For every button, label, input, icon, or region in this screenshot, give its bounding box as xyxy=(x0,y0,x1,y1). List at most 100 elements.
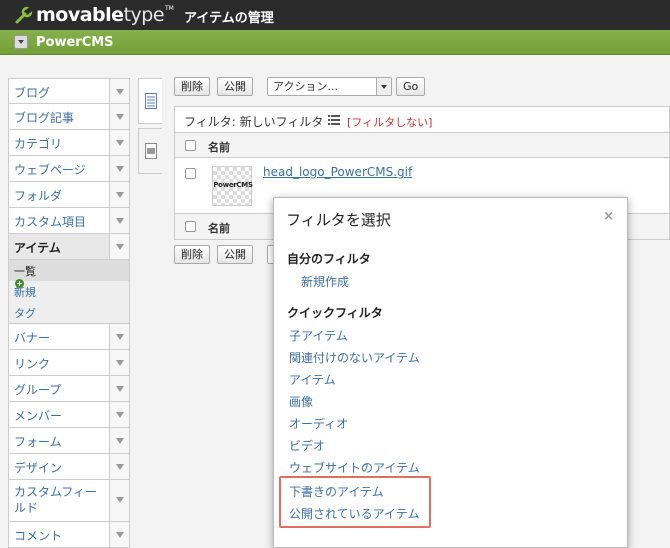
filter-bar: フィルタ: 新しいフィルタ [フィルタしない] xyxy=(174,106,670,133)
new-filter-link[interactable]: 新規作成 xyxy=(301,273,349,290)
chevron-down-icon[interactable] xyxy=(109,428,129,453)
sidebar-item-label: ブログ xyxy=(14,86,51,100)
logo-tm: TM xyxy=(165,4,174,12)
action-select-value: アクション... xyxy=(273,80,338,93)
chevron-down-icon[interactable] xyxy=(109,376,129,401)
sidebar-item-form[interactable]: フォーム xyxy=(8,428,130,454)
table-header: 名前 xyxy=(175,133,669,158)
quick-filter-website-assets[interactable]: ウェブサイトのアイテム xyxy=(289,459,420,476)
quick-filter-audio[interactable]: オーディオ xyxy=(289,415,348,432)
sidebar-nav: ブログ ブログ記事 カテゴリ ウェブページ フォルダ カスタム項目 アイテム 一… xyxy=(8,78,130,548)
quick-filter-child-assets[interactable]: 子アイテム xyxy=(289,327,348,344)
sidebar-subitem-tags[interactable]: タグ xyxy=(9,302,129,323)
column-header-name[interactable]: 名前 xyxy=(208,139,230,155)
delete-button-bottom[interactable]: 削除 xyxy=(174,245,210,264)
chevron-down-icon xyxy=(376,78,391,95)
quick-filters-heading: クイックフィルタ xyxy=(287,306,383,320)
select-all-checkbox-footer[interactable] xyxy=(185,221,196,232)
sidebar-item-label: アイテム xyxy=(14,241,61,255)
chevron-down-icon[interactable] xyxy=(109,156,129,181)
clear-filter-link[interactable]: [フィルタしない] xyxy=(347,114,432,130)
sidebar-item-custom-objects[interactable]: カスタム項目 xyxy=(8,208,130,234)
page-title: アイテムの管理 xyxy=(184,11,274,26)
select-all-checkbox[interactable] xyxy=(185,140,196,151)
site-name[interactable]: PowerCMS xyxy=(36,35,114,50)
sidebar-item-label: バナー xyxy=(14,331,51,345)
asset-thumbnail[interactable]: PowerCMS xyxy=(212,166,253,206)
delete-button[interactable]: 削除 xyxy=(174,77,210,96)
sidebar-item-banner[interactable]: バナー xyxy=(8,324,130,350)
asset-name-link[interactable]: head_logo_PowerCMS.gif xyxy=(263,165,412,179)
chevron-down-icon[interactable] xyxy=(109,104,129,129)
quick-filter-unassociated[interactable]: 関連付けのないアイテム xyxy=(289,349,420,366)
quick-filter-images[interactable]: 画像 xyxy=(289,393,313,410)
sidebar-item-comments[interactable]: コメント xyxy=(8,522,130,548)
sidebar-item-label: フォルダ xyxy=(14,189,63,203)
sidebar-item-label: カスタムフィールド xyxy=(14,485,98,515)
image-view-icon xyxy=(144,143,157,159)
filter-list-icon[interactable] xyxy=(328,115,340,125)
sidebar-item-blog[interactable]: ブログ xyxy=(8,78,130,104)
wrench-icon xyxy=(15,5,34,24)
sidebar-item-folder[interactable]: フォルダ xyxy=(8,182,130,208)
list-view-tab[interactable] xyxy=(138,78,162,124)
sidebar-item-group[interactable]: グループ xyxy=(8,376,130,402)
sidebar-item-category[interactable]: カテゴリ xyxy=(8,130,130,156)
highlight-box xyxy=(279,476,431,528)
chevron-down-icon[interactable] xyxy=(109,324,129,349)
sidebar-item-label: デザイン xyxy=(14,461,63,475)
sidebar-item-label: コメント xyxy=(14,529,63,543)
column-footer-name[interactable]: 名前 xyxy=(208,220,230,236)
row-checkbox[interactable] xyxy=(185,168,196,179)
close-icon[interactable]: × xyxy=(603,209,614,224)
sidebar-item-entries[interactable]: ブログ記事 xyxy=(8,104,130,130)
quick-filter-assets[interactable]: アイテム xyxy=(289,371,336,388)
chevron-down-icon[interactable] xyxy=(109,480,129,521)
view-mode-tabs xyxy=(138,78,162,178)
thumbnail-view-tab[interactable] xyxy=(138,128,162,174)
sidebar-item-link[interactable]: リンク xyxy=(8,350,130,376)
filter-label[interactable]: フィルタ: 新しいフィルタ xyxy=(184,113,323,130)
chevron-down-icon[interactable] xyxy=(109,350,129,375)
sidebar-item-label: ウェブページ xyxy=(14,163,86,177)
sidebar-item-label: カスタム項目 xyxy=(14,215,87,229)
sidebar-subitem-list[interactable]: 一覧 xyxy=(9,260,129,281)
logo-text-bold: movable xyxy=(36,4,124,26)
publish-button-bottom[interactable]: 公開 xyxy=(217,245,253,264)
chevron-down-icon[interactable] xyxy=(109,79,129,103)
site-bar: PowerCMS xyxy=(0,30,670,55)
top-header: movabletype TM アイテムの管理 xyxy=(0,0,670,30)
sidebar-submenu: 一覧 新規 タグ xyxy=(8,260,130,324)
sidebar-item-design[interactable]: デザイン xyxy=(8,454,130,480)
sidebar-subitem-new[interactable]: 新規 xyxy=(9,281,129,302)
sidebar-item-label: リンク xyxy=(14,357,51,371)
dialog-title: フィルタを選択 xyxy=(286,211,391,229)
sidebar-item-custom-fields[interactable]: カスタムフィールド xyxy=(8,480,130,522)
logo-text-light: type xyxy=(123,4,165,26)
movabletype-logo[interactable]: movabletype TM xyxy=(14,4,174,26)
chevron-down-icon[interactable] xyxy=(109,454,129,479)
chevron-down-icon[interactable] xyxy=(109,208,129,233)
publish-button[interactable]: 公開 xyxy=(217,77,253,96)
sidebar-item-assets[interactable]: アイテム xyxy=(8,234,130,260)
sidebar-item-members[interactable]: メンバー xyxy=(8,402,130,428)
sidebar-item-label: フォーム xyxy=(14,435,62,449)
chevron-down-icon[interactable] xyxy=(109,234,129,259)
sidebar-item-label: カテゴリ xyxy=(14,137,63,151)
sidebar-item-webpage[interactable]: ウェブページ xyxy=(8,156,130,182)
sidebar-item-label: ブログ記事 xyxy=(14,111,75,125)
add-icon xyxy=(15,279,24,288)
sidebar-item-label: メンバー xyxy=(14,409,63,423)
chevron-down-icon[interactable] xyxy=(109,182,129,207)
action-select[interactable]: アクション... xyxy=(267,77,392,96)
quick-filter-video[interactable]: ビデオ xyxy=(289,437,325,454)
site-menu-toggle[interactable] xyxy=(14,35,28,49)
my-filters-heading: 自分のフィルタ xyxy=(287,252,371,266)
list-view-icon xyxy=(144,93,157,109)
sidebar-item-label: グループ xyxy=(14,383,62,397)
chevron-down-icon[interactable] xyxy=(109,402,129,427)
chevron-down-icon[interactable] xyxy=(109,130,129,155)
chevron-down-icon[interactable] xyxy=(109,522,129,547)
thumbnail-text: PowerCMS xyxy=(213,181,253,189)
go-button[interactable]: Go xyxy=(396,77,426,96)
